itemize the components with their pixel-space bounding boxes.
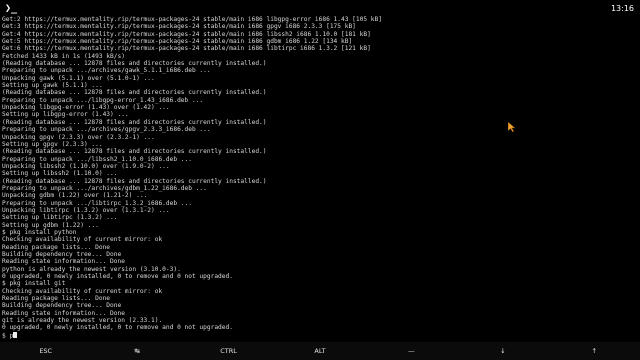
terminal-line: Get:4 https://termux.mentality.rip/termu… bbox=[2, 30, 371, 38]
terminal-line: Get:6 https://termux.mentality.rip/termu… bbox=[2, 45, 371, 53]
clock: 13:16 bbox=[610, 3, 634, 13]
terminal-line: $ pkg install git bbox=[2, 280, 66, 288]
terminal-line: (Reading database ... 12878 files and di… bbox=[2, 60, 267, 68]
terminal-line: git is already the newest version (2.33.… bbox=[2, 317, 163, 325]
key-ctrl[interactable]: CTRL bbox=[183, 342, 274, 360]
terminal-line: (Reading database ... 12878 files and di… bbox=[2, 118, 267, 126]
terminal-line: Unpacking gdbm (1.22) over (1.21-2) ... bbox=[2, 192, 148, 200]
terminal-line: Preparing to unpack .../libtirpc_1.3.2_i… bbox=[2, 199, 192, 207]
terminal-line: Reading state information... Done bbox=[2, 309, 125, 317]
mouse-pointer-icon bbox=[508, 122, 516, 132]
terminal-line: Building dependency tree... Done bbox=[2, 251, 122, 258]
terminal-icon: ❯_ bbox=[5, 0, 17, 16]
terminal-line: Preparing to unpack .../libgpg-error_1.4… bbox=[2, 96, 204, 104]
terminal-line: Unpacking libgpg-error (1.43) over (1.42… bbox=[2, 104, 170, 112]
terminal-line: Reading package lists... Done bbox=[2, 295, 111, 303]
terminal-line: Preparing to unpack .../archives/gawk_5.… bbox=[2, 67, 211, 75]
key-esc[interactable]: ESC bbox=[0, 342, 91, 360]
terminal-line: Get:3 https://termux.mentality.rip/termu… bbox=[2, 23, 356, 31]
terminal-line: Building dependency tree... Done bbox=[2, 302, 122, 310]
terminal-line: Setting up libtirpc (1.3.2) ... bbox=[2, 214, 118, 222]
terminal-line: (Reading database ... 12878 files and di… bbox=[2, 177, 267, 185]
terminal-line: Checking availability of current mirror:… bbox=[2, 236, 163, 244]
terminal-line: (Reading database ... 12878 files and di… bbox=[2, 89, 267, 97]
terminal-line: Get:2 https://termux.mentality.rip/termu… bbox=[2, 16, 382, 23]
key-down[interactable]: ↓ bbox=[457, 342, 548, 360]
text-cursor bbox=[13, 331, 18, 339]
terminal-line: (Reading database ... 12878 files and di… bbox=[2, 148, 267, 156]
terminal-line: Setting up libgpg-error (1.43) ... bbox=[2, 111, 129, 119]
terminal-line: Fetched 1433 kB in 1s (1493 kB/s) bbox=[2, 52, 125, 60]
terminal-line: Setting up gawk (5.1.1) ... bbox=[2, 82, 103, 90]
terminal-line: Preparing to unpack .../libssh2_1.10.0_i… bbox=[2, 155, 192, 163]
status-bar: ❯_ 13:16 bbox=[0, 0, 640, 16]
terminal-line: Get:5 https://termux.mentality.rip/termu… bbox=[2, 38, 353, 46]
key-alt[interactable]: ALT bbox=[274, 342, 365, 360]
command-prompt[interactable]: $ p bbox=[2, 331, 638, 340]
key-tab[interactable]: ↹ bbox=[91, 342, 182, 360]
terminal-line: Checking availability of current mirror:… bbox=[2, 287, 163, 295]
terminal-glyph: ❯_ bbox=[5, 2, 18, 14]
terminal-output[interactable]: Get:2 https://termux.mentality.rip/termu… bbox=[2, 16, 638, 340]
terminal-line: Unpacking gawk (5.1.1) over (5.1.0-1) ..… bbox=[2, 74, 155, 82]
terminal-line: Preparing to unpack .../archives/gdbm_1.… bbox=[2, 184, 207, 192]
terminal-line: 0 upgraded, 0 newly installed, 0 to remo… bbox=[2, 324, 233, 332]
terminal-line: python is already the newest version (3.… bbox=[2, 265, 181, 273]
extra-keys-bar: ESC ↹ CTRL ALT — ↓ ↑ bbox=[0, 342, 640, 360]
terminal-line: Unpacking gpgv (2.3.3) over (2.3.2-1) ..… bbox=[2, 133, 155, 141]
terminal-line: Setting up libssh2 (1.10.0) ... bbox=[2, 170, 118, 178]
terminal-line: Unpacking libtirpc (1.3.2) over (1.3.1-2… bbox=[2, 206, 170, 214]
terminal-line: 0 upgraded, 0 newly installed, 0 to remo… bbox=[2, 273, 233, 281]
terminal-line: Unpacking libssh2 (1.10.0) over (1.9.0-2… bbox=[2, 162, 170, 170]
terminal-line: Setting up gdbm (1.22) ... bbox=[2, 221, 99, 229]
terminal-line: Reading package lists... Done bbox=[2, 243, 111, 251]
terminal-line: Setting up gpgv (2.3.3) ... bbox=[2, 140, 103, 148]
key-up[interactable]: ↑ bbox=[549, 342, 640, 360]
key-dash[interactable]: — bbox=[366, 342, 457, 360]
terminal-line: $ pkg install python bbox=[2, 228, 77, 236]
prompt-text: $ p bbox=[2, 332, 14, 340]
terminal-line: Reading state information... Done bbox=[2, 258, 125, 266]
terminal-line: Preparing to unpack .../archives/gpgv_2.… bbox=[2, 126, 211, 134]
